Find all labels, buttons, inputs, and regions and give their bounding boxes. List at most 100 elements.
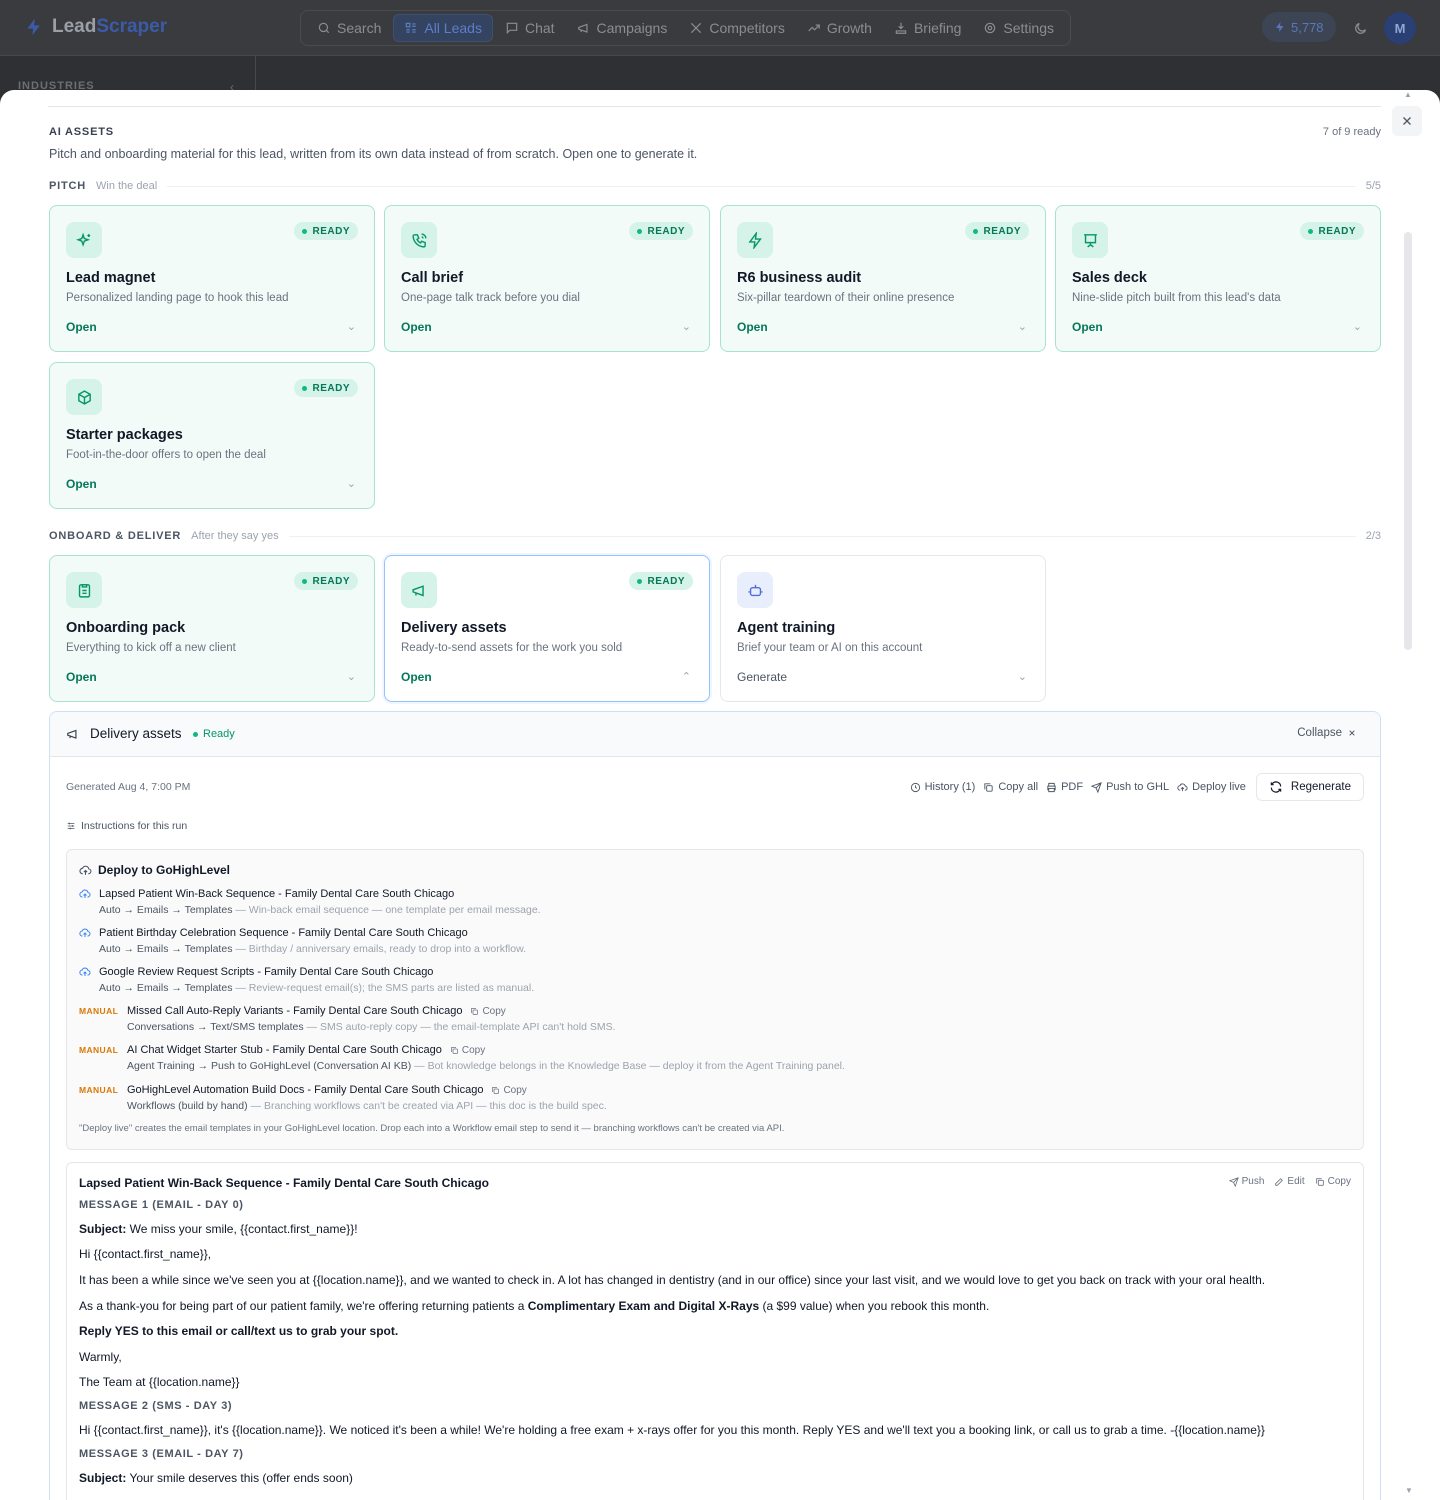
divider (48, 106, 1381, 107)
copy-icon (450, 1046, 458, 1054)
chevron-down-icon[interactable]: ⌄ (1018, 320, 1027, 333)
copy-button[interactable]: Copy (491, 1085, 527, 1096)
nav-campaigns[interactable]: Campaigns (567, 14, 678, 42)
section-description: Pitch and onboarding material for this l… (49, 147, 698, 161)
nav-settings[interactable]: Settings (973, 14, 1064, 42)
offer-highlight: Complimentary Exam and Digital X-Rays (527, 1299, 760, 1313)
close-modal-button[interactable] (1392, 106, 1422, 136)
credits-badge[interactable]: 5,778 (1262, 12, 1336, 42)
nav-chat[interactable]: Chat (495, 14, 565, 42)
nav-growth[interactable]: Growth (797, 14, 882, 42)
chevron-down-icon[interactable]: ⌄ (1353, 320, 1362, 333)
asset-card-business-audit[interactable]: READY R6 business audit Six-pillar teard… (720, 205, 1046, 352)
edit-button[interactable]: Edit (1274, 1176, 1305, 1187)
briefing-icon (895, 22, 907, 34)
badge-text: READY (312, 382, 350, 394)
history-button[interactable]: History (1) (910, 781, 975, 793)
email-subject: Subject: Your smile deserves this (offer… (79, 1471, 353, 1485)
open-button[interactable]: Open (401, 320, 432, 334)
nav-label: Competitors (709, 20, 785, 36)
grid-icon (406, 22, 417, 33)
copy-all-button[interactable]: Copy all (983, 781, 1038, 793)
tool-label: Copy (1327, 1176, 1351, 1187)
deploy-row: MANUAL Missed Call Auto-Reply Variants - … (79, 1004, 1349, 1033)
deploy-item-note: — Branching workflows can't be created v… (247, 1100, 607, 1112)
collapse-button[interactable]: Collapse (1297, 727, 1356, 739)
scrollbar-thumb[interactable] (1404, 232, 1412, 650)
bolt-icon (1276, 22, 1284, 32)
moon-icon (1354, 22, 1366, 34)
action-label: Deploy live (1192, 781, 1246, 793)
asset-card-call-brief[interactable]: READY Call brief One-page talk track bef… (384, 205, 710, 352)
open-button[interactable]: Open (1072, 320, 1103, 334)
scroll-up-arrow[interactable]: ▲ (1404, 90, 1412, 99)
message-heading: MESSAGE 2 (SMS - DAY 3) (79, 1400, 233, 1412)
message-heading: MESSAGE 1 (EMAIL - DAY 0) (79, 1199, 244, 1211)
asset-card-lead-magnet[interactable]: READY Lead magnet Personalized landing p… (49, 205, 375, 352)
asset-card-agent-training[interactable]: Agent training Brief your team or AI on … (720, 555, 1046, 702)
status-badge: READY (1300, 222, 1364, 240)
deploy-item-note: — Win-back email sequence — one template… (232, 904, 541, 916)
card-description: Ready-to-send assets for the work you so… (401, 642, 623, 654)
asset-card-starter-packages[interactable]: READY Starter packages Foot-in-the-door … (49, 362, 375, 509)
card-title: Starter packages (66, 427, 183, 443)
pdf-button[interactable]: PDF (1046, 781, 1083, 793)
deploy-item-note: — SMS auto-reply copy — the email-templa… (303, 1021, 616, 1033)
printer-icon (1047, 782, 1056, 792)
open-button[interactable]: Open (66, 670, 97, 684)
theme-toggle[interactable] (1346, 14, 1374, 42)
chevron-up-icon[interactable]: ⌃ (682, 670, 691, 683)
badge-text: READY (312, 225, 350, 237)
email-paragraph: It has been a while since we've seen you… (79, 1273, 1266, 1287)
chevron-down-icon[interactable]: ⌄ (347, 670, 356, 683)
search-icon (318, 22, 330, 34)
gear-icon (985, 22, 996, 34)
open-button[interactable]: Open (401, 670, 432, 684)
nav-search[interactable]: Search (307, 14, 391, 42)
avatar[interactable]: M (1384, 12, 1416, 44)
nav-all-leads[interactable]: All Leads (393, 14, 493, 42)
asset-card-sales-deck[interactable]: READY Sales deck Nine-slide pitch built … (1055, 205, 1381, 352)
chevron-down-icon[interactable]: ⌄ (347, 477, 356, 490)
brand-logo[interactable]: LeadScraper (24, 16, 167, 38)
cloud-upload-icon (79, 967, 91, 976)
asset-card-onboarding-pack[interactable]: READY Onboarding pack Everything to kick… (49, 555, 375, 702)
nav-briefing[interactable]: Briefing (884, 14, 971, 42)
group-name: PITCH (49, 180, 86, 192)
open-button[interactable]: Open (66, 477, 97, 491)
copy-button[interactable]: Copy (1315, 1176, 1351, 1187)
copy-button[interactable]: Copy (450, 1045, 485, 1056)
lead-detail-modal: ▲ ▼ AI ASSETS 7 of 9 ready Pitch and onb… (0, 90, 1440, 1500)
copy-button[interactable]: Copy (470, 1006, 506, 1017)
push-to-ghl-button[interactable]: Push to GHL (1091, 781, 1169, 793)
nav-competitors[interactable]: Competitors (679, 14, 794, 42)
card-description: Foot-in-the-door offers to open the deal (66, 449, 266, 461)
generate-button[interactable]: Generate (737, 670, 787, 684)
section-title: AI ASSETS (49, 126, 114, 138)
cloud-upload-icon (79, 889, 91, 898)
deploy-row: Lapsed Patient Win-Back Sequence - Famil… (79, 887, 1349, 916)
push-button[interactable]: Push (1228, 1176, 1264, 1187)
chevron-down-icon[interactable]: ⌄ (1018, 670, 1027, 683)
deploy-live-button[interactable]: Deploy live (1177, 781, 1246, 793)
chevron-down-icon[interactable]: ⌄ (682, 320, 691, 333)
group-name: ONBOARD & DELIVER (49, 530, 182, 542)
document-title: Lapsed Patient Win-Back Sequence - Famil… (79, 1176, 489, 1190)
deploy-item-path: Workflows (build by hand) (127, 1100, 248, 1112)
status-text: Ready (203, 728, 235, 740)
scroll-down-arrow[interactable]: ▼ (1405, 1486, 1413, 1495)
instructions-toggle[interactable]: Instructions for this run (66, 820, 187, 832)
app-top-bar: LeadScraper Search All Leads Chat Campai… (0, 0, 1440, 56)
group-count: 5/5 (1365, 180, 1381, 192)
status-badge: READY (629, 222, 693, 240)
regenerate-button[interactable]: Regenerate (1255, 773, 1364, 801)
asset-card-delivery-assets[interactable]: READY Delivery assets Ready-to-send asse… (384, 555, 710, 702)
megaphone-icon (401, 572, 437, 608)
nav-label: Growth (826, 20, 872, 36)
badge-text: READY (647, 575, 685, 587)
deploy-item-name: GoHighLevel Automation Build Docs - Fami… (127, 1084, 484, 1096)
nav-label: Briefing (913, 20, 962, 36)
open-button[interactable]: Open (66, 320, 97, 334)
open-button[interactable]: Open (737, 320, 768, 334)
chevron-down-icon[interactable]: ⌄ (347, 320, 356, 333)
